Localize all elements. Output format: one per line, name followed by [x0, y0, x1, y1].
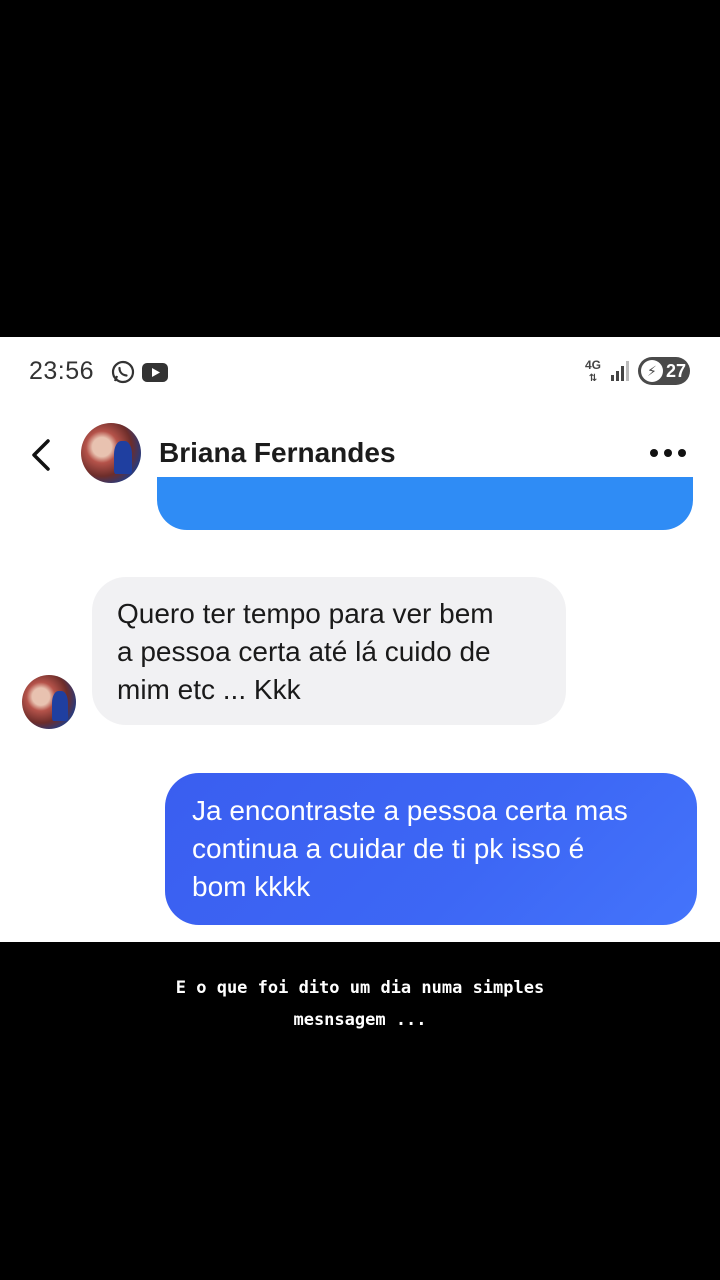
signal-icon	[611, 361, 629, 386]
whatsapp-icon	[111, 360, 135, 389]
sent-message-text: Ja encontraste a pessoa certa mas contin…	[192, 795, 628, 902]
data-arrows-icon: ⇅	[588, 373, 598, 384]
network-indicator: 4G ⇅	[585, 359, 601, 385]
status-time: 23:56	[29, 357, 95, 385]
message-sender-avatar[interactable]	[22, 675, 76, 729]
sent-message-bubble-partial[interactable]	[157, 477, 693, 530]
chevron-left-icon	[32, 439, 50, 471]
back-button[interactable]	[22, 435, 62, 475]
phone-screenshot: 23:56 4G ⇅ ⚡ 27 Briana Fernandes Quero t…	[0, 337, 720, 942]
received-message-text: Quero ter tempo para ver bem a pessoa ce…	[117, 598, 494, 705]
charging-icon: ⚡	[641, 360, 663, 382]
contact-avatar[interactable]	[81, 423, 141, 483]
youtube-icon	[142, 363, 168, 387]
more-dots-icon	[650, 449, 686, 457]
video-caption: E o que foi dito um dia numa simples mes…	[175, 978, 545, 1030]
more-options-button[interactable]	[648, 443, 688, 463]
battery-indicator: ⚡ 27	[638, 357, 690, 385]
status-bar: 23:56 4G ⇅ ⚡ 27	[0, 337, 720, 407]
top-black-band	[0, 0, 720, 337]
network-label: 4G	[585, 358, 602, 372]
battery-level: 27	[665, 361, 686, 381]
contact-name[interactable]: Briana Fernandes	[159, 437, 396, 469]
